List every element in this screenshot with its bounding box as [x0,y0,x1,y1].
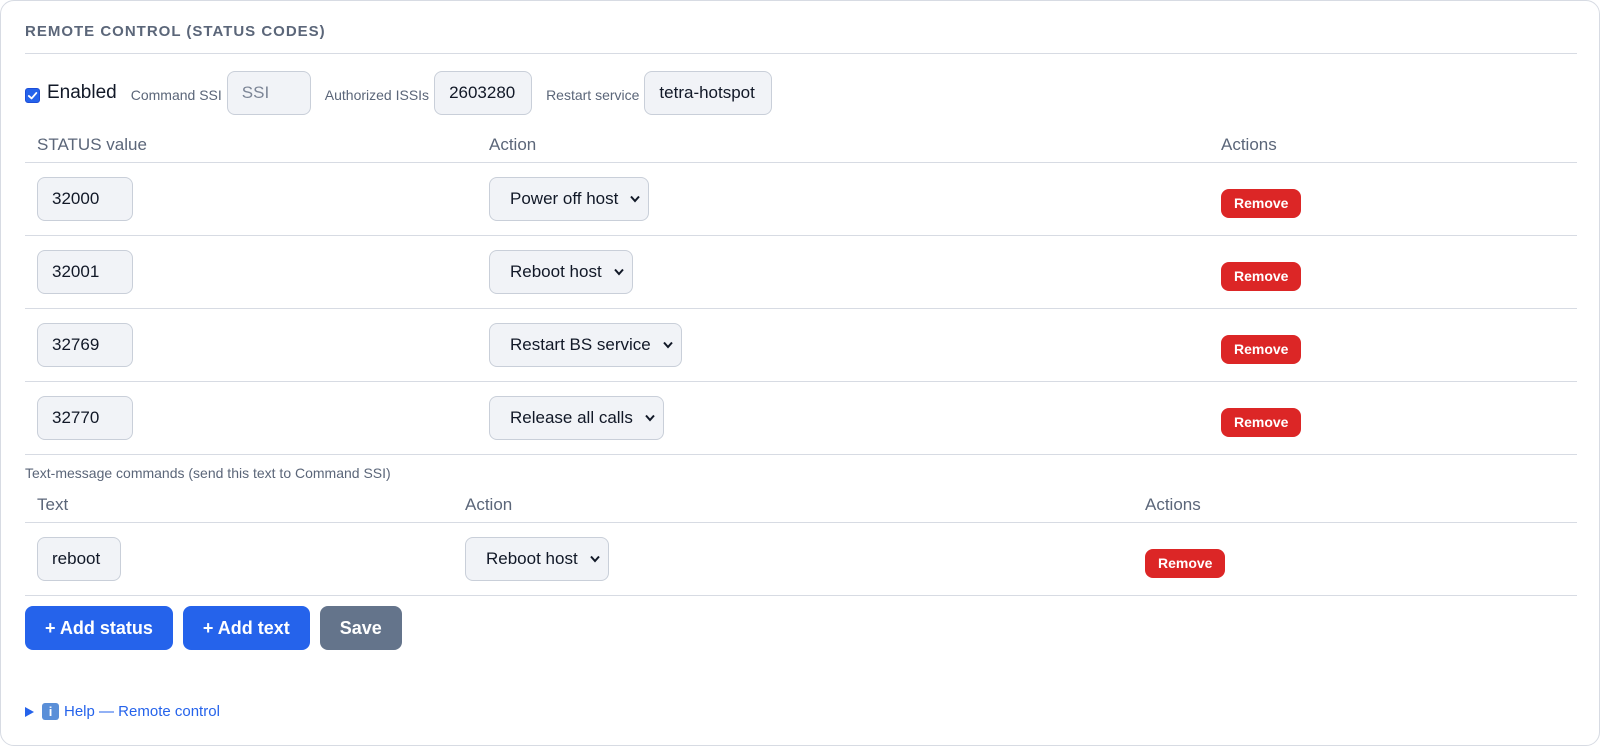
action-select-value: Reboot host [486,549,578,568]
text-commands-table: Text Action Actions Reboot host Remove [25,488,1577,596]
chevron-down-icon [630,195,641,203]
checkmark-icon [27,91,38,99]
status-table: STATUS value Action Actions Power off ho… [25,128,1577,455]
action-select-value: Restart BS service [510,335,651,354]
disclosure-triangle-icon [25,706,34,717]
remove-button[interactable]: Remove [1221,189,1302,218]
help-label: Help — Remote control [64,703,220,720]
table-row: Restart BS service Remove [25,308,1577,382]
restart-service-label: Restart service [546,87,640,103]
chevron-down-icon [613,268,624,276]
action-buttons: + Add status + Add text Save [25,606,1575,650]
remove-button[interactable]: Remove [1145,549,1226,578]
settings-row: Enabled Command SSI Authorized ISSIs Res… [25,71,1575,115]
column-header: Text [25,488,453,523]
command-ssi-label: Command SSI [130,87,222,103]
remote-control-panel: REMOTE CONTROL (STATUS CODES) Enabled Co… [0,0,1600,746]
action-select-value: Release all calls [510,408,633,427]
column-header: Action [453,488,1133,523]
add-text-button[interactable]: + Add text [182,606,310,650]
status-value-input[interactable] [37,177,133,221]
command-ssi-input[interactable] [226,71,311,115]
help-toggle[interactable]: i Help — Remote control [25,703,220,720]
authorized-issis-input[interactable] [434,71,533,115]
status-value-input[interactable] [37,250,133,294]
action-select[interactable]: Restart BS service [489,323,682,367]
column-header: Action [477,128,1209,163]
add-status-button[interactable]: + Add status [25,606,173,650]
column-header: Actions [1133,488,1577,523]
action-select[interactable]: Release all calls [489,396,664,440]
action-select[interactable]: Reboot host [465,537,609,581]
remove-button[interactable]: Remove [1221,262,1302,291]
restart-service-input[interactable] [644,71,773,115]
authorized-issis-label: Authorized ISSIs [324,87,430,103]
title-divider [25,53,1577,54]
action-select-value: Reboot host [510,262,602,281]
chevron-down-icon [645,414,655,422]
status-value-input[interactable] [37,396,133,440]
text-table-header: Text Action Actions [25,488,1577,523]
enabled-label: Enabled [47,82,117,103]
command-text-input[interactable] [37,537,121,581]
table-row: Reboot host Remove [25,235,1577,309]
table-row: Reboot host Remove [25,522,1577,596]
remove-button[interactable]: Remove [1221,408,1302,437]
chevron-down-icon [589,555,600,563]
enabled-checkbox[interactable] [25,87,40,103]
chevron-down-icon [663,341,673,349]
status-table-header: STATUS value Action Actions [25,128,1577,163]
action-select-value: Power off host [510,189,619,208]
status-value-input[interactable] [37,323,133,367]
column-header: Actions [1209,128,1577,163]
table-row: Release all calls Remove [25,381,1577,455]
remove-button[interactable]: Remove [1221,335,1302,364]
info-icon: i [42,703,59,720]
save-button[interactable]: Save [319,606,402,650]
table-row: Power off host Remove [25,162,1577,236]
column-header: STATUS value [25,128,477,163]
text-commands-subtitle: Text-message commands (send this text to… [25,465,391,481]
section-title: REMOTE CONTROL (STATUS CODES) [25,23,326,40]
action-select[interactable]: Power off host [489,177,650,221]
action-select[interactable]: Reboot host [489,250,633,294]
